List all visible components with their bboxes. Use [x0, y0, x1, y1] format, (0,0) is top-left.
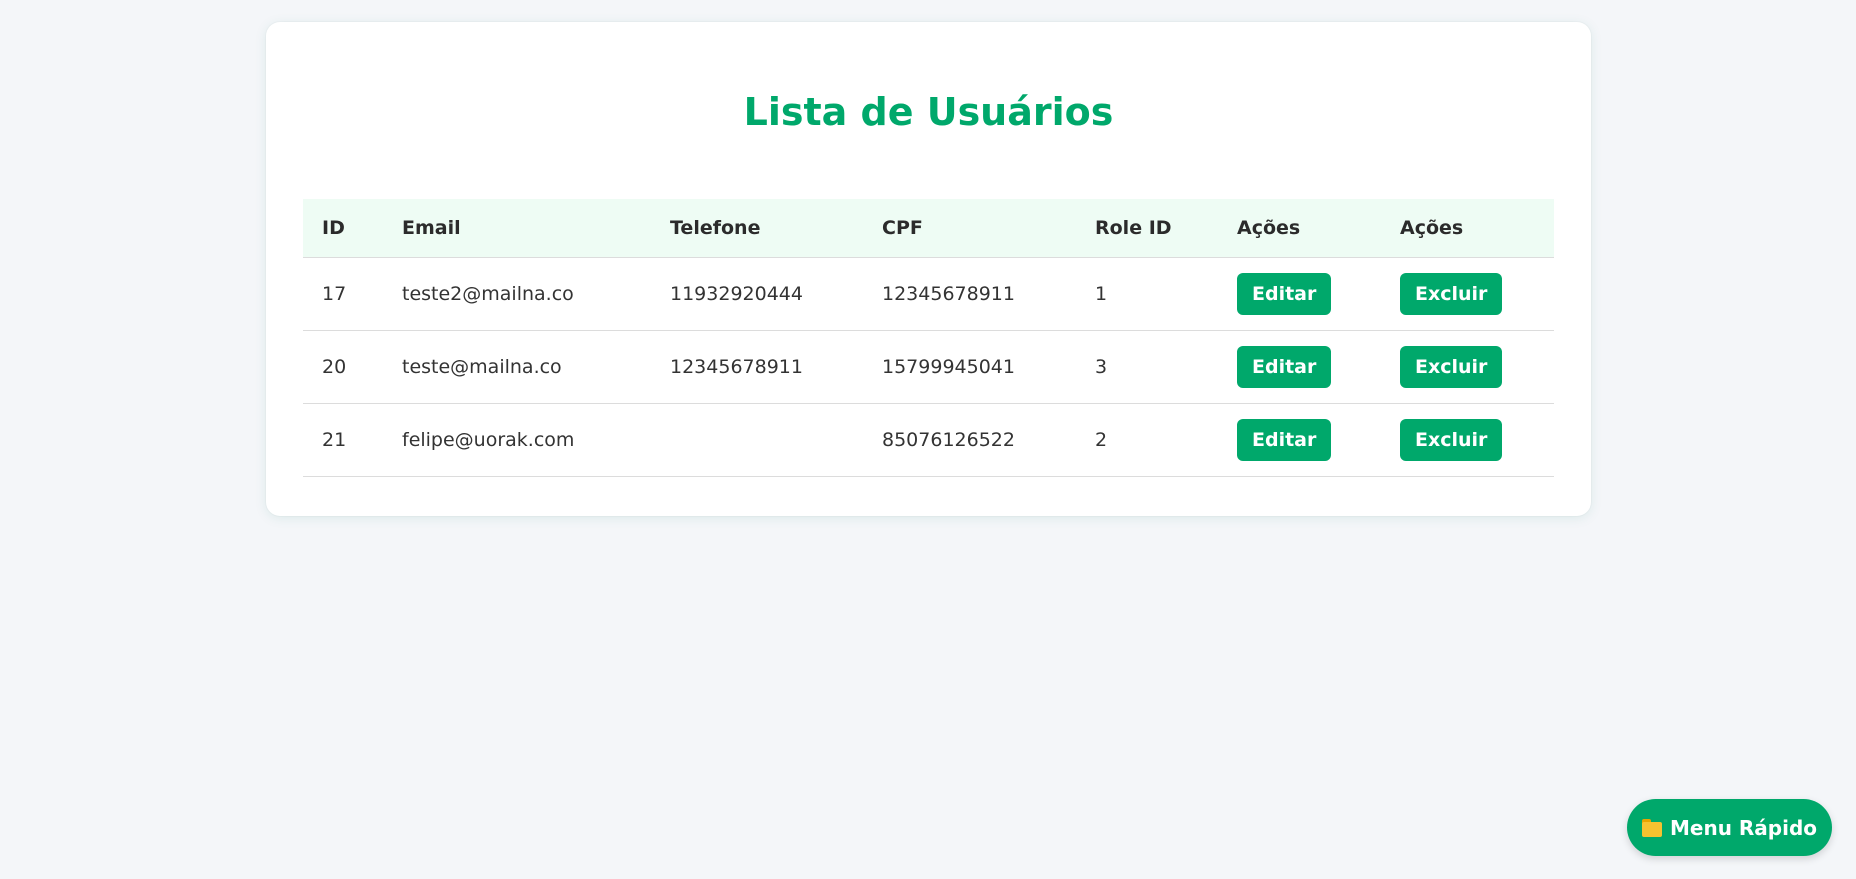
header-role-id: Role ID [1076, 199, 1218, 258]
cell-email: teste2@mailna.co [402, 282, 574, 305]
cell-delete: Excluir [1381, 257, 1554, 330]
cell-edit: Editar [1218, 330, 1381, 403]
table-row: 17 teste2@mailna.co 11932920444 12345678… [303, 257, 1554, 330]
cell-telefone [651, 403, 863, 476]
delete-button[interactable]: Excluir [1400, 345, 1503, 388]
header-cpf: CPF [863, 199, 1076, 258]
cell-cpf: 85076126522 [882, 428, 1015, 451]
cell-cpf: 12345678911 [882, 282, 1015, 305]
cell-id: 21 [322, 428, 347, 451]
cell-email: felipe@uorak.com [402, 428, 575, 451]
cell-edit: Editar [1218, 257, 1381, 330]
cell-delete: Excluir [1381, 403, 1554, 476]
header-actions-edit: Ações [1218, 199, 1381, 258]
table-header: ID Email Telefone CPF Role ID Ações Açõe… [303, 199, 1554, 258]
header-id: ID [303, 199, 383, 258]
cell-id: 20 [322, 355, 347, 378]
cell-edit: Editar [1218, 403, 1381, 476]
cell-role-id: 1 [1095, 282, 1108, 305]
quick-menu-label: Menu Rápido [1669, 815, 1818, 840]
table-body: 17 teste2@mailna.co 11932920444 12345678… [303, 257, 1554, 476]
table-row: 21 felipe@uorak.com 85076126522 2 Editar… [303, 403, 1554, 476]
edit-button[interactable]: Editar [1237, 345, 1332, 388]
folder-icon [1641, 818, 1662, 837]
edit-button[interactable]: Editar [1237, 418, 1332, 461]
header-telefone: Telefone [651, 199, 863, 258]
delete-button[interactable]: Excluir [1400, 272, 1503, 315]
table-header-row: ID Email Telefone CPF Role ID Ações Açõe… [303, 199, 1554, 258]
quick-menu-button[interactable]: Menu Rápido [1627, 799, 1832, 856]
header-email: Email [383, 199, 651, 258]
cell-role-id: 2 [1095, 428, 1108, 451]
users-card: Lista de Usuários ID Email Telefone CPF … [266, 22, 1591, 516]
cell-id: 17 [322, 282, 347, 305]
cell-cpf: 15799945041 [882, 355, 1015, 378]
header-actions-delete: Ações [1381, 199, 1554, 258]
edit-button[interactable]: Editar [1237, 272, 1332, 315]
cell-telefone: 11932920444 [670, 282, 803, 305]
page-title: Lista de Usuários [743, 90, 1114, 134]
cell-role-id: 3 [1095, 355, 1108, 378]
cell-email: teste@mailna.co [402, 355, 562, 378]
cell-telefone: 12345678911 [670, 355, 803, 378]
cell-delete: Excluir [1381, 330, 1554, 403]
users-table: ID Email Telefone CPF Role ID Ações Açõe… [303, 199, 1554, 477]
delete-button[interactable]: Excluir [1400, 418, 1503, 461]
table-row: 20 teste@mailna.co 12345678911 157999450… [303, 330, 1554, 403]
